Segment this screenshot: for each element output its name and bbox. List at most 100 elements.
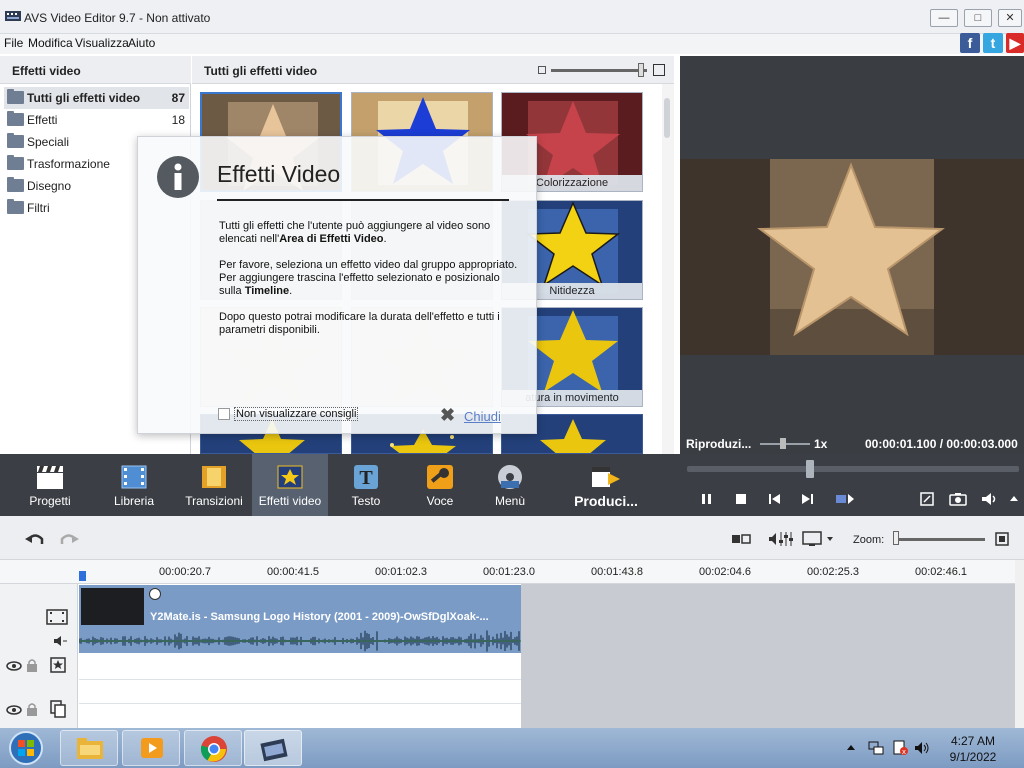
timeline-zoom-handle[interactable]	[893, 531, 899, 545]
playback-speed[interactable]: 1x	[814, 437, 827, 451]
next-frame-icon[interactable]	[798, 491, 816, 507]
action-center-icon[interactable]: x	[892, 740, 908, 756]
audio-track-icon	[54, 636, 67, 646]
fit-timeline-icon[interactable]	[994, 530, 1010, 548]
dialog-paragraph-2: Per favore, seleziona un effetto video d…	[219, 259, 518, 297]
play-selection-icon[interactable]	[834, 491, 856, 507]
close-icon[interactable]: ✖	[440, 405, 455, 426]
ruler-tick: 00:01:43.8	[591, 566, 643, 578]
ruler-tick: 00:02:46.1	[915, 566, 967, 578]
ruler-tick: 00:02:04.6	[699, 566, 751, 578]
seek-bar[interactable]	[687, 466, 1019, 472]
undo-icon[interactable]	[24, 530, 46, 548]
category-all-effects[interactable]: Tutti gli effetti video 87	[4, 87, 189, 109]
tool-produci[interactable]: Produci...	[568, 454, 644, 516]
menu-modifica[interactable]: Modifica	[28, 36, 73, 50]
tray-expand-icon[interactable]	[846, 740, 856, 756]
youtube-icon[interactable]: ▶	[1006, 33, 1024, 53]
thumb-size-small-icon[interactable]	[538, 66, 546, 74]
tool-testo[interactable]: T Testo	[328, 454, 404, 516]
network-icon[interactable]	[868, 740, 884, 756]
stop-icon[interactable]	[732, 491, 750, 507]
fullscreen-icon[interactable]	[918, 491, 936, 507]
menu-aiuto[interactable]: Aiuto	[128, 36, 155, 50]
close-window-button[interactable]: ✕	[998, 9, 1022, 27]
speaker-icon[interactable]	[914, 740, 930, 756]
effects-header: Tutti gli effetti video	[192, 56, 674, 84]
playback-status: Riproduzi...	[686, 437, 752, 451]
effects-scrollbar[interactable]	[662, 84, 674, 454]
timeline-ruler[interactable]: 00:00:20.7 00:00:41.5 00:01:02.3 00:01:2…	[0, 560, 1024, 584]
volume-slider-handle[interactable]	[780, 438, 786, 449]
facebook-icon[interactable]: f	[960, 33, 980, 53]
tool-voce[interactable]: Voce	[402, 454, 478, 516]
star-effect-icon	[680, 159, 1024, 355]
folder-icon	[7, 89, 24, 104]
tool-progetti[interactable]: Progetti	[12, 454, 88, 516]
start-button-icon[interactable]	[6, 730, 46, 766]
timeline-zoom-slider[interactable]	[893, 538, 985, 541]
video-preview-panel	[680, 56, 1024, 454]
close-dialog-link[interactable]: Chiudi	[464, 409, 501, 424]
track-headers	[0, 584, 78, 728]
info-icon	[157, 156, 199, 198]
clock-date[interactable]: 9/1/2022	[944, 750, 1002, 764]
redo-icon[interactable]	[58, 530, 80, 548]
pause-icon[interactable]	[698, 491, 716, 507]
effects-header-title: Tutti gli effetti video	[204, 64, 318, 78]
folder-icon	[7, 111, 24, 126]
tool-transizioni[interactable]: Transizioni	[176, 454, 252, 516]
menu-visualizza[interactable]: Visualizza	[75, 36, 129, 50]
thumb-size-large-icon[interactable]	[653, 64, 665, 76]
lock-icon[interactable]	[26, 702, 38, 716]
ruler-tick: 00:00:41.5	[267, 566, 319, 578]
ruler-tick: 00:00:20.7	[159, 566, 211, 578]
twitter-icon[interactable]: t	[983, 33, 1003, 53]
timeline-toolbar: Zoom:	[0, 516, 1024, 560]
split-clip-icon[interactable]	[730, 530, 752, 548]
dont-show-tips-label[interactable]: Non visualizzare consigli	[234, 407, 359, 421]
lock-icon[interactable]	[26, 658, 38, 672]
previous-frame-icon[interactable]	[766, 491, 784, 507]
maximize-button[interactable]: □	[964, 9, 992, 27]
audio-mixer-icon[interactable]	[768, 530, 794, 548]
media-player-icon	[141, 738, 163, 758]
overlay-track-icon	[50, 700, 66, 718]
volume-dropdown-icon[interactable]	[1008, 491, 1020, 507]
preview-video-frame[interactable]	[680, 159, 1024, 355]
playback-controls	[680, 454, 1024, 516]
tool-effetti-video[interactable]: Effetti video	[252, 454, 328, 516]
folder-icon	[7, 155, 24, 170]
dialog-paragraph-1: Tutti gli effetti che l'utente può aggiu…	[219, 220, 491, 245]
effects-scrollbar-thumb[interactable]	[664, 98, 670, 138]
category-effetti[interactable]: Effetti 18	[4, 109, 189, 131]
dont-show-tips-checkbox[interactable]	[218, 408, 230, 420]
eye-icon[interactable]	[6, 704, 22, 716]
avs-editor-icon	[260, 738, 288, 762]
volume-icon[interactable]	[980, 491, 1000, 507]
taskbar-media-player[interactable]	[122, 730, 180, 766]
thumb-size-slider-handle[interactable]	[638, 63, 644, 77]
text-icon: T	[354, 465, 378, 489]
timeline-playhead[interactable]	[79, 571, 86, 581]
menu-file[interactable]: File	[4, 36, 23, 50]
folder-icon	[7, 199, 24, 214]
tool-menu[interactable]: Menù	[472, 454, 548, 516]
timeline-scrollbar[interactable]	[1015, 560, 1024, 728]
tool-libreria[interactable]: Libreria	[96, 454, 172, 516]
eye-icon[interactable]	[6, 660, 22, 672]
taskbar-chrome[interactable]	[184, 730, 242, 766]
clock-time[interactable]: 4:27 AM	[948, 734, 998, 748]
timeline-empty-area[interactable]	[521, 584, 1015, 728]
thumb-size-slider[interactable]	[551, 69, 647, 72]
timeline-zoom-label: Zoom:	[853, 534, 885, 546]
taskbar-avs-editor[interactable]	[244, 730, 302, 766]
microphone-icon	[427, 465, 453, 489]
minimize-button[interactable]: —	[930, 9, 958, 27]
taskbar-explorer[interactable]	[60, 730, 118, 766]
dialog-paragraph-3: Dopo questo potrai modificare la durata …	[219, 311, 500, 336]
storyboard-view-icon[interactable]	[802, 530, 836, 548]
snapshot-icon[interactable]	[948, 491, 968, 507]
seek-bar-handle[interactable]	[805, 460, 814, 478]
track-separator	[79, 703, 521, 704]
